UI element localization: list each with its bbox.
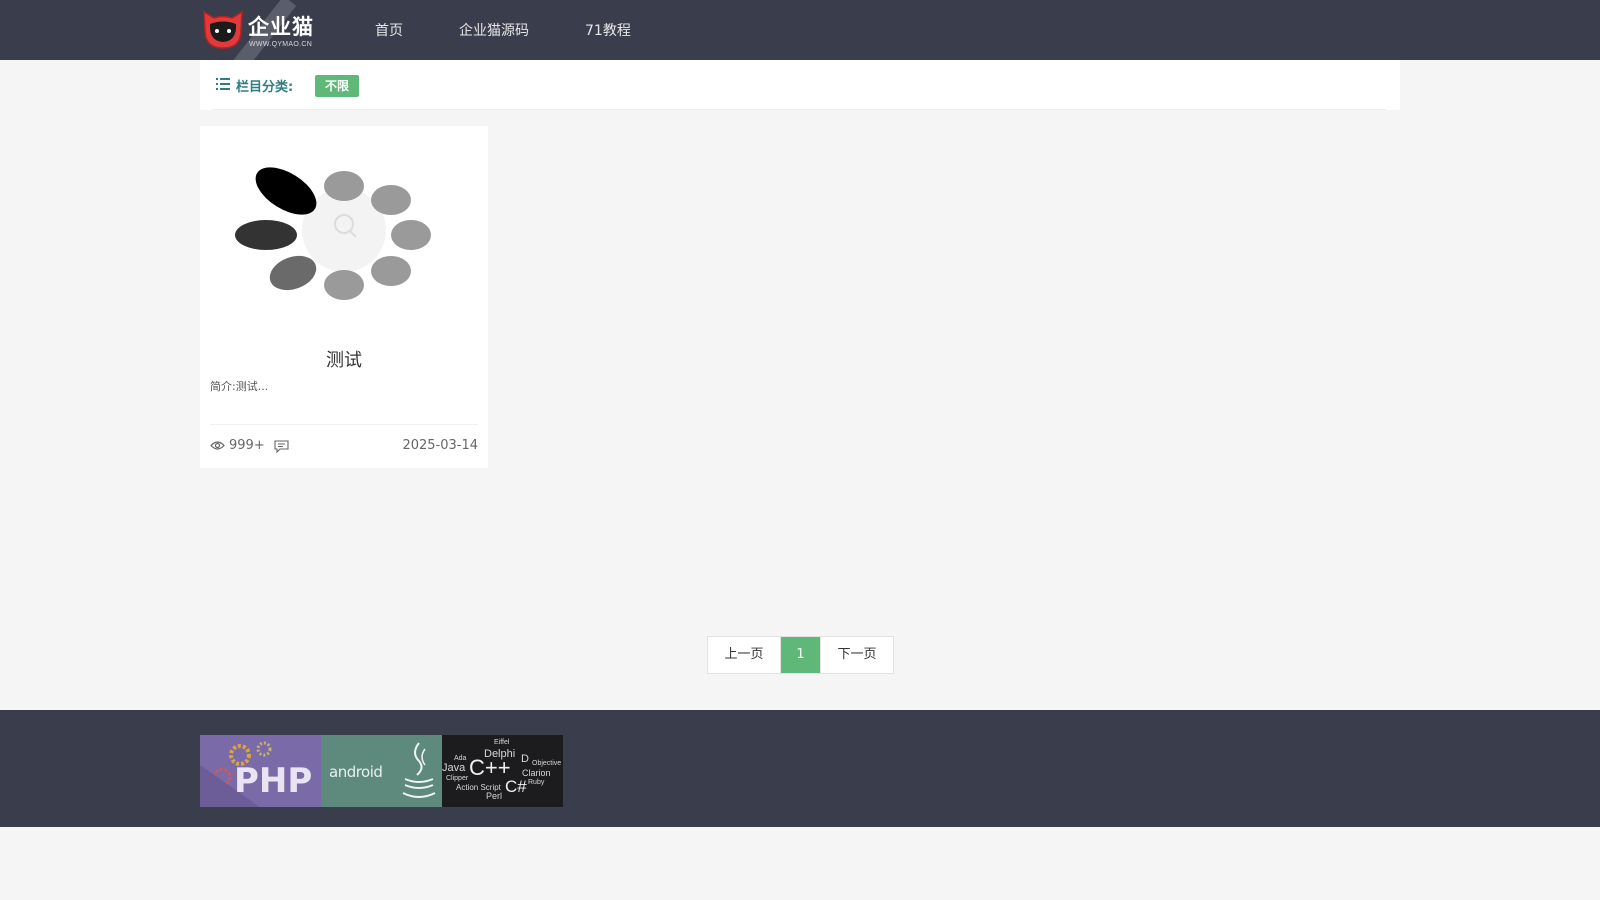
- pagination: 上一页 1 下一页: [707, 636, 894, 674]
- main-nav: 首页 企业猫源码 71教程: [375, 0, 687, 60]
- android-text: android: [329, 763, 383, 781]
- loading-spinner-thumbnail[interactable]: [200, 126, 488, 336]
- category-label: 栏目分类:: [236, 80, 294, 95]
- category-filter-row: 栏目分类: 不限: [212, 60, 1386, 110]
- site-footer: PHP android Delphi Java C++ C# Ada Clipp…: [0, 710, 1600, 827]
- top-navbar: 企业猫 WWW.QYMAO.CN 首页 企业猫源码 71教程: [0, 0, 1600, 73]
- view-count-value: 999+: [229, 438, 265, 453]
- logo-subtext: WWW.QYMAO.CN: [249, 41, 313, 48]
- lang-word: Objective: [532, 760, 562, 767]
- lang-word: Ada: [454, 755, 467, 762]
- nav-71-tutorial[interactable]: 71教程: [585, 20, 631, 40]
- card-divider: [210, 424, 478, 425]
- current-page-button[interactable]: 1: [781, 637, 820, 673]
- comment-icon[interactable]: [274, 440, 289, 453]
- article-summary: 简介:测试...: [210, 380, 269, 393]
- article-title[interactable]: 测试: [200, 346, 488, 372]
- lang-word: Clarion: [522, 768, 551, 778]
- eye-icon: [210, 441, 225, 450]
- lang-word: C#: [505, 777, 527, 796]
- footer-banner[interactable]: PHP android Delphi Java C++ C# Ada Clipp…: [200, 735, 563, 807]
- logo-text: 企业猫: [248, 15, 314, 39]
- languages-banner-tile[interactable]: Delphi Java C++ C# Ada Clipper Action Sc…: [442, 735, 563, 807]
- php-text: PHP: [234, 761, 313, 801]
- cat-logo-icon: [203, 10, 243, 49]
- site-logo[interactable]: 企业猫 WWW.QYMAO.CN: [200, 0, 322, 73]
- java-cup-icon: [402, 742, 436, 798]
- lang-word: Clipper: [446, 775, 469, 782]
- article-meta: 999+ 2025-03-14: [210, 438, 478, 458]
- lang-word: Perl: [486, 791, 503, 801]
- next-page-button[interactable]: 下一页: [820, 637, 893, 673]
- nav-home[interactable]: 首页: [375, 20, 403, 40]
- android-banner-tile[interactable]: android: [321, 735, 442, 807]
- article-card[interactable]: 测试 简介:测试... 999+ 2025-03-14: [200, 126, 488, 468]
- nav-qymao-source[interactable]: 企业猫源码: [459, 20, 529, 40]
- article-date: 2025-03-14: [402, 438, 478, 453]
- lang-word: Eiffel: [494, 739, 510, 746]
- category-tag-all[interactable]: 不限: [315, 75, 359, 97]
- php-banner-tile[interactable]: PHP: [200, 735, 321, 807]
- lang-word: D: [521, 753, 529, 765]
- category-filter-bar: 栏目分类: 不限: [200, 60, 1400, 110]
- lang-word: Ruby: [528, 779, 545, 786]
- list-icon: [216, 78, 230, 90]
- view-count: 999+: [210, 438, 265, 453]
- lang-word: Java: [442, 762, 466, 774]
- prev-page-button[interactable]: 上一页: [708, 637, 781, 673]
